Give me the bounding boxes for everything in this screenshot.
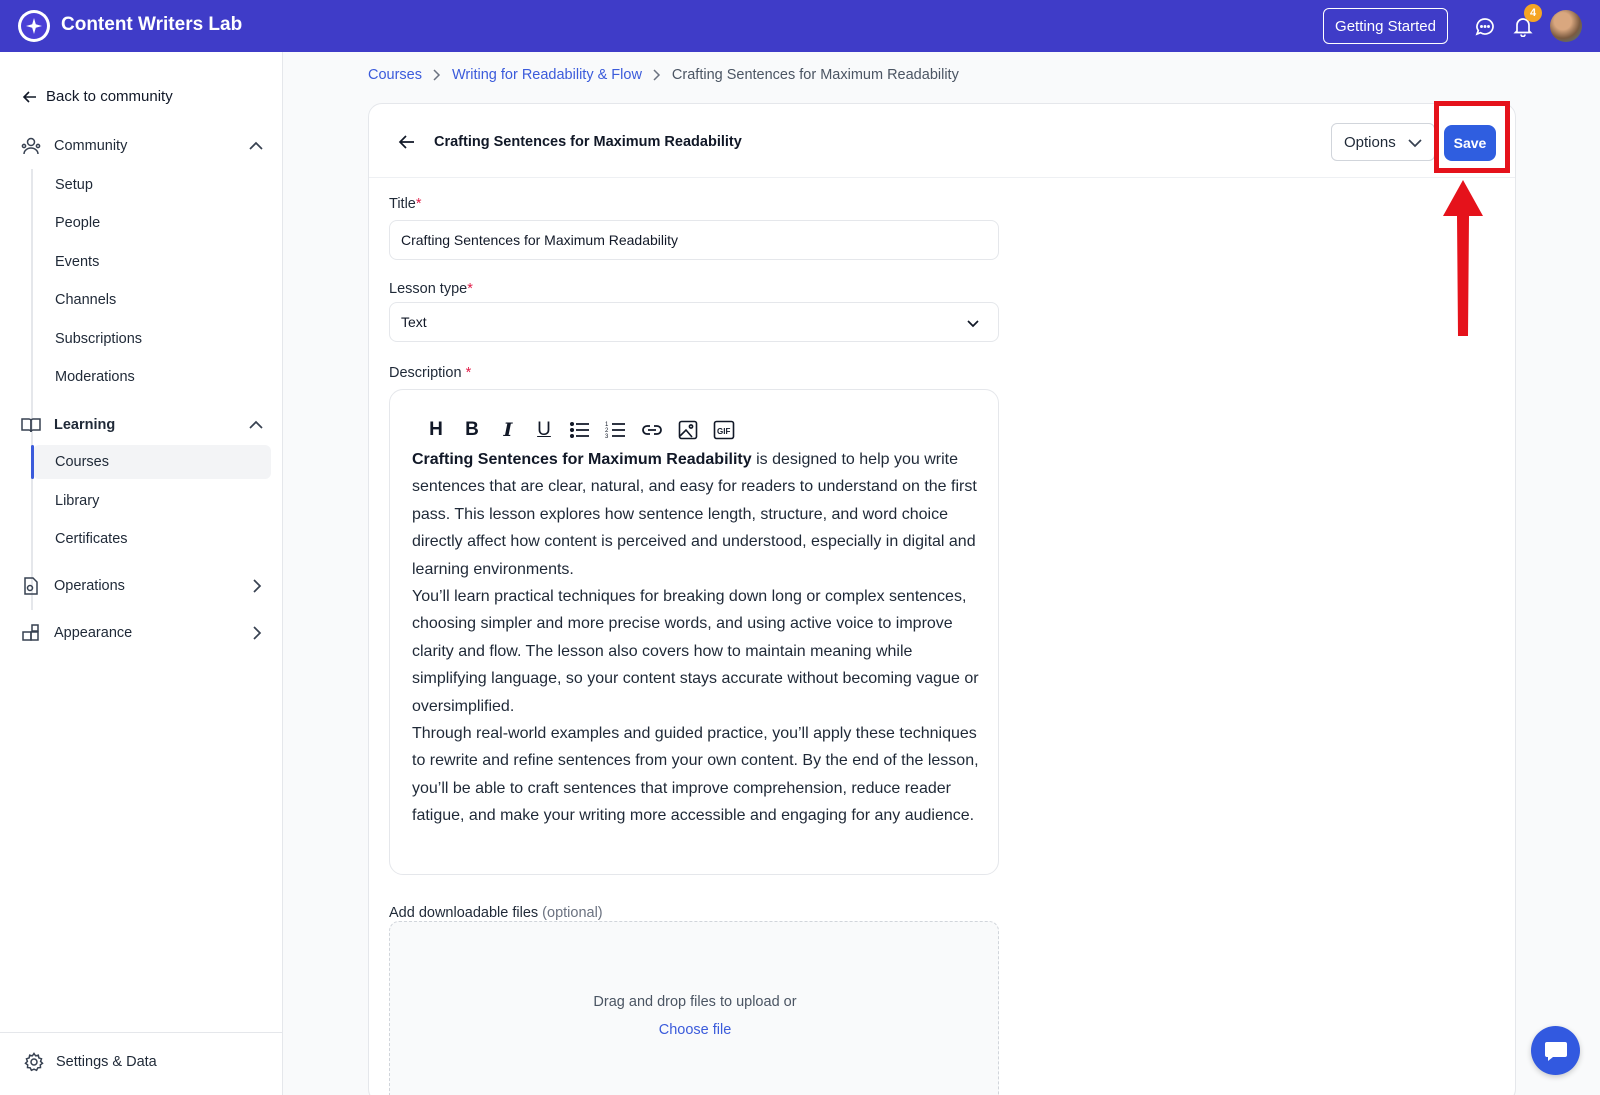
sidebar-section-community[interactable]: Community [20,131,265,161]
sidebar-section-appearance[interactable]: Appearance [20,618,265,648]
sidebar: Back to community Community Setup People… [0,52,283,1095]
sidebar-item-events[interactable]: Events [33,245,271,279]
description-content[interactable]: Crafting Sentences for Maximum Readabili… [412,446,982,830]
document-gear-icon [20,575,42,597]
sidebar-item-people[interactable]: People [33,206,271,240]
sidebar-item-channels[interactable]: Channels [33,283,271,317]
svg-text:3: 3 [605,434,609,439]
community-label: Community [54,138,128,154]
arrow-left-icon [22,90,36,103]
underline-icon[interactable]: U [526,418,562,442]
chat-bubble-icon [1544,1041,1567,1061]
rich-text-editor[interactable]: H B I U 123 GIF Crafting Sentences for M… [389,389,999,875]
message-icon[interactable] [1474,16,1496,38]
bullet-list-icon[interactable] [562,418,598,442]
bold-icon[interactable]: B [454,418,490,442]
title-input[interactable]: Crafting Sentences for Maximum Readabili… [389,220,999,260]
sidebar-item-courses[interactable]: Courses [31,445,271,479]
arrow-left-icon[interactable] [397,132,417,152]
description-label: Description * [389,365,472,381]
support-chat-button[interactable] [1531,1026,1580,1075]
chevron-right-icon [432,69,442,81]
italic-icon[interactable]: I [490,418,526,442]
red-arrow-icon [1443,180,1483,336]
operations-label: Operations [54,578,125,594]
chevron-up-icon [249,141,263,150]
link-icon[interactable] [634,418,670,442]
sidebar-section-operations[interactable]: Operations [20,571,265,601]
heading-icon[interactable]: H [418,418,454,442]
image-icon[interactable] [670,418,706,442]
settings-data-link[interactable]: Settings & Data [24,1052,157,1072]
sidebar-item-certificates[interactable]: Certificates [33,522,271,556]
files-label: Add downloadable files (optional) [389,905,603,921]
sidebar-item-subscriptions[interactable]: Subscriptions [33,322,271,356]
book-icon [20,414,42,436]
choose-file-link[interactable]: Choose file [390,1022,1000,1038]
settings-label: Settings & Data [56,1054,157,1070]
chevron-right-icon [253,579,262,593]
options-dropdown[interactable]: Options [1331,123,1435,161]
highlight-box [1434,101,1510,173]
description-paragraph-1: Crafting Sentences for Maximum Readabili… [412,446,982,583]
top-bar: Content Writers Lab Getting Started 4 [0,0,1600,52]
description-lead-bold: Crafting Sentences for Maximum Readabili… [412,451,752,468]
sparkle-icon [21,13,47,39]
chevron-right-icon [652,69,662,81]
sidebar-divider [0,1032,283,1033]
appearance-label: Appearance [54,625,133,641]
options-label: Options [1344,133,1396,151]
breadcrumb-course[interactable]: Writing for Readability & Flow [452,67,642,83]
chevron-right-icon [253,626,262,640]
back-to-community-link[interactable]: Back to community [22,88,173,105]
back-label: Back to community [46,88,173,105]
editor-toolbar: H B I U 123 GIF [418,418,742,442]
numbered-list-icon[interactable]: 123 [598,418,634,442]
breadcrumb-courses[interactable]: Courses [368,67,422,83]
lesson-type-label: Lesson type* [389,281,473,297]
sidebar-item-library[interactable]: Library [33,484,271,518]
sidebar-item-setup[interactable]: Setup [33,168,271,202]
blocks-icon [20,622,42,644]
chevron-down-icon [967,320,979,328]
getting-started-button[interactable]: Getting Started [1323,8,1448,44]
title-field-label: Title* [389,196,422,212]
lesson-type-select[interactable]: Text [389,302,999,342]
sidebar-item-moderations[interactable]: Moderations [33,360,271,394]
breadcrumb: Courses Writing for Readability & Flow C… [368,67,959,83]
gear-icon [24,1052,44,1072]
user-avatar[interactable] [1550,10,1582,42]
gif-icon[interactable]: GIF [706,418,742,442]
lesson-type-value: Text [401,314,427,330]
app-logo[interactable] [18,10,50,42]
file-dropzone[interactable]: Drag and drop files to upload or Choose … [389,921,999,1095]
community-icon [20,135,42,157]
description-paragraph-2: You’ll learn practical techniques for br… [412,588,979,715]
notification-badge: 4 [1524,4,1542,22]
description-paragraph-3: Through real-world examples and guided p… [412,725,979,825]
description-lead-rest: is designed to help you write sentences … [412,451,977,578]
svg-text:GIF: GIF [717,427,730,436]
app-title: Content Writers Lab [61,14,243,35]
lesson-header-title: Crafting Sentences for Maximum Readabili… [434,134,742,150]
chevron-up-icon [249,420,263,429]
header-divider [369,177,1515,178]
chevron-down-icon [1408,139,1422,148]
sidebar-section-learning[interactable]: Learning [20,410,265,440]
breadcrumb-current: Crafting Sentences for Maximum Readabili… [671,67,959,83]
dropzone-text: Drag and drop files to upload or [593,994,797,1010]
learning-label: Learning [54,417,116,433]
